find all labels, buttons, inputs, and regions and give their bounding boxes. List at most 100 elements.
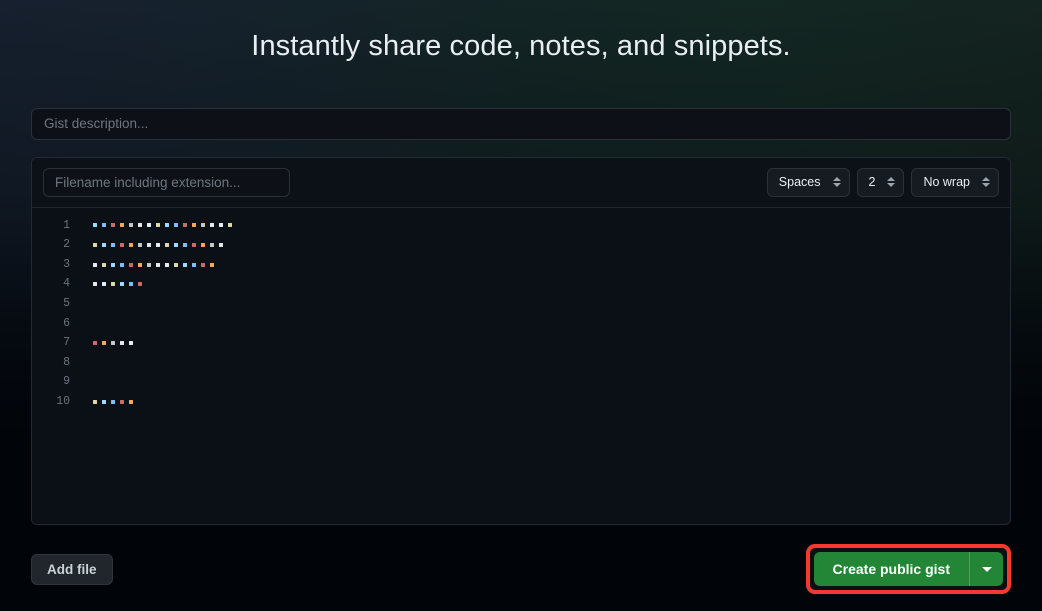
masked-token [210, 262, 214, 267]
masked-token [102, 243, 106, 248]
masked-token [111, 282, 115, 287]
masked-token [201, 223, 205, 228]
masked-token [138, 282, 142, 287]
line-number-gutter: 1 2 3 4 5 6 7 8 9 10 [32, 216, 78, 524]
masked-token [120, 399, 124, 404]
masked-token [147, 243, 151, 248]
masked-token [93, 399, 97, 404]
create-gist-button-group: Create public gist [813, 551, 1003, 587]
code-line [93, 392, 1010, 412]
code-content[interactable] [78, 216, 1010, 524]
page-title: Instantly share code, notes, and snippet… [251, 30, 791, 62]
masked-token [192, 262, 196, 267]
code-line [93, 216, 1010, 236]
masked-token [138, 262, 142, 267]
gist-description-row [31, 107, 1011, 140]
masked-token [165, 262, 169, 267]
line-number: 4 [63, 277, 70, 291]
chevron-down-icon [981, 566, 992, 572]
line-number: 5 [63, 297, 70, 311]
line-number: 7 [63, 336, 70, 350]
masked-token [120, 341, 124, 346]
masked-token [93, 262, 97, 267]
masked-token [174, 262, 178, 267]
masked-token [147, 223, 151, 228]
masked-token [120, 223, 124, 228]
file-controls: Spaces 2 No wrap [766, 167, 999, 197]
masked-token [147, 262, 151, 267]
masked-token [228, 223, 232, 228]
masked-token [93, 223, 97, 228]
masked-token [201, 243, 205, 248]
line-number: 2 [63, 238, 70, 252]
masked-token [120, 262, 124, 267]
masked-token [165, 223, 169, 228]
create-public-gist-button[interactable]: Create public gist [813, 551, 969, 587]
masked-token [138, 223, 142, 228]
masked-token [102, 399, 106, 404]
line-number: 8 [63, 355, 70, 369]
masked-token [102, 223, 106, 228]
line-number: 6 [63, 316, 70, 330]
masked-token [210, 243, 214, 248]
masked-token [129, 341, 133, 346]
line-number: 10 [56, 395, 70, 409]
masked-token [93, 243, 97, 248]
masked-token [156, 243, 160, 248]
masked-token [183, 262, 187, 267]
code-line [93, 235, 1010, 255]
file-header: Spaces 2 No wrap [32, 157, 1010, 208]
masked-token [174, 243, 178, 248]
new-gist-page: Instantly share code, notes, and snippet… [0, 0, 1042, 611]
masked-token [111, 262, 115, 267]
create-gist-highlight-ring: Create public gist [805, 543, 1011, 595]
masked-token [102, 282, 106, 287]
create-gist-dropdown-button[interactable] [969, 551, 1003, 587]
masked-token [111, 341, 115, 346]
masked-token [129, 243, 133, 248]
add-file-button[interactable]: Add file [31, 553, 113, 585]
code-line [93, 333, 1010, 353]
masked-token [111, 399, 115, 404]
filename-input[interactable] [43, 167, 290, 197]
masked-token [219, 223, 223, 228]
masked-token [102, 262, 106, 267]
code-line [93, 255, 1010, 275]
gist-form: Spaces 2 No wrap [31, 66, 1011, 595]
masked-token [129, 262, 133, 267]
masked-token [111, 243, 115, 248]
masked-token [219, 243, 223, 248]
masked-token [129, 223, 133, 228]
masked-token [111, 223, 115, 228]
wrap-mode-value: No wrap [923, 174, 970, 189]
masked-token [93, 341, 97, 346]
masked-token [129, 399, 133, 404]
masked-token [129, 282, 133, 287]
indent-size-select[interactable]: 2 [856, 167, 905, 197]
masked-token [165, 243, 169, 248]
code-line [93, 274, 1010, 294]
masked-token [183, 223, 187, 228]
code-editor[interactable]: 1 2 3 4 5 6 7 8 9 10 [32, 207, 1010, 524]
masked-token [120, 282, 124, 287]
masked-token [138, 243, 142, 248]
masked-token [156, 262, 160, 267]
masked-token [93, 282, 97, 287]
line-number: 3 [63, 257, 70, 271]
indent-mode-select[interactable]: Spaces [766, 167, 850, 197]
masked-token [192, 243, 196, 248]
masked-token [174, 223, 178, 228]
indent-mode-value: Spaces [778, 174, 821, 189]
wrap-mode-select[interactable]: No wrap [911, 167, 999, 197]
indent-size-value: 2 [868, 174, 876, 189]
line-number: 9 [63, 375, 70, 389]
masked-token [201, 262, 205, 267]
masked-token [156, 223, 160, 228]
masked-token [192, 223, 196, 228]
gist-description-input[interactable] [31, 107, 1011, 140]
masked-token [183, 243, 187, 248]
